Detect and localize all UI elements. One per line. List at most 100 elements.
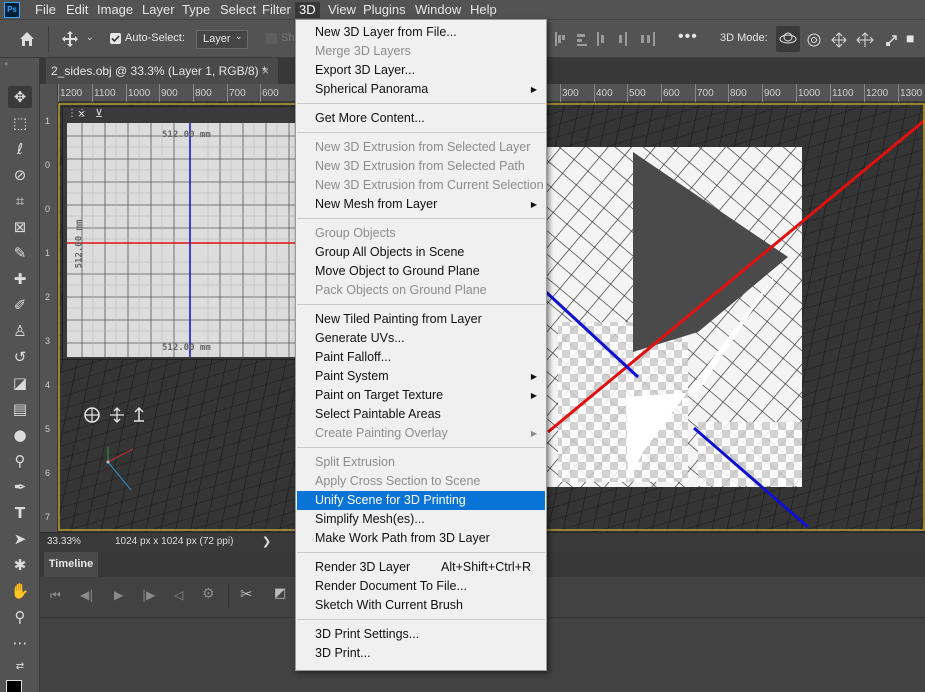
zoom-level[interactable]: 33.33% bbox=[47, 536, 81, 547]
play-icon[interactable]: ▶ bbox=[114, 588, 123, 602]
menu-item-simplify-mesh-es[interactable]: Simplify Mesh(es)... bbox=[297, 510, 545, 529]
panel-close-icon[interactable]: × bbox=[77, 107, 86, 120]
menu-item-3d-print-settings[interactable]: 3D Print Settings... bbox=[297, 625, 545, 644]
photoshop-window: Ps File Edit Image Layer Type Select Filter 3D V… bbox=[0, 0, 925, 692]
pan-3d-icon[interactable] bbox=[831, 32, 847, 48]
divider bbox=[48, 26, 49, 52]
home-icon[interactable] bbox=[18, 30, 36, 48]
menu-item-new-3d-extrusion-from-selected-layer: New 3D Extrusion from Selected Layer bbox=[297, 138, 545, 157]
frame-tool-icon[interactable]: ⊠ bbox=[8, 216, 32, 238]
menu-item-get-more-content[interactable]: Get More Content... bbox=[297, 109, 545, 128]
marquee-tool-icon[interactable]: ⬚ bbox=[8, 112, 32, 134]
menu-item-new-3d-layer-from-file[interactable]: New 3D Layer from File... bbox=[297, 23, 545, 42]
dodge-tool-icon[interactable]: ⚲ bbox=[8, 450, 32, 472]
menu-edit[interactable]: Edit bbox=[62, 2, 92, 18]
slide-3d-icon[interactable] bbox=[856, 32, 874, 48]
ruler-tick-label: 900 bbox=[764, 88, 781, 99]
menu-item-select-paintable-areas[interactable]: Select Paintable Areas bbox=[297, 405, 545, 424]
eyedropper-tool-icon[interactable]: ✎ bbox=[8, 242, 32, 264]
menu-window[interactable]: Window bbox=[411, 2, 465, 18]
split-scissors-icon[interactable]: ✂ bbox=[240, 585, 253, 603]
tool-preset-chevron-icon[interactable]: ⌄ bbox=[86, 32, 94, 43]
menu-item-pack-objects-on-ground-plane: Pack Objects on Ground Plane bbox=[297, 281, 545, 300]
shape-tool-icon[interactable]: ✱ bbox=[8, 554, 32, 576]
menu-item-paint-system[interactable]: Paint System ▶ bbox=[297, 367, 545, 386]
menu-item-generate-uvs[interactable]: Generate UVs... bbox=[297, 329, 545, 348]
menu-item-render-document-to-file[interactable]: Render Document To File... bbox=[297, 577, 545, 596]
menu-image[interactable]: Image bbox=[93, 2, 137, 18]
swap-colors-icon[interactable]: ⇄ bbox=[8, 656, 32, 678]
menu-item-sketch-with-current-brush[interactable]: Sketch With Current Brush bbox=[297, 596, 545, 615]
zoom-tool-icon[interactable]: ⚲ bbox=[8, 606, 32, 628]
tab-timeline[interactable]: Timeline bbox=[44, 552, 98, 577]
menu-3d[interactable]: 3D bbox=[295, 2, 320, 18]
lasso-tool-icon[interactable]: ℓ bbox=[8, 138, 32, 160]
healing-brush-tool-icon[interactable]: ✚ bbox=[8, 268, 32, 290]
more-options-icon[interactable]: ••• bbox=[678, 28, 698, 46]
pen-tool-icon[interactable]: ✒ bbox=[8, 476, 32, 498]
ruler-tick-label: 6 bbox=[45, 468, 51, 478]
move-icon[interactable] bbox=[60, 30, 80, 48]
audio-icon[interactable]: ◁ bbox=[174, 588, 183, 602]
menu-item-paint-falloff[interactable]: Paint Falloff... bbox=[297, 348, 545, 367]
menu-item-new-tiled-painting-from-layer[interactable]: New Tiled Painting from Layer bbox=[297, 310, 545, 329]
uv-overlay-panel[interactable]: ⋮⋮ × ⊻ 512.00 mm 512.00 mm 512.00 mm bbox=[62, 106, 300, 360]
ruler-origin[interactable] bbox=[40, 84, 58, 102]
checkmark-icon bbox=[111, 35, 120, 43]
menu-item-move-object-to-ground-plane[interactable]: Move Object to Ground Plane bbox=[297, 262, 545, 281]
menu-select[interactable]: Select bbox=[216, 2, 260, 18]
auto-select-dropdown[interactable]: Layer ⌄ bbox=[196, 30, 248, 49]
show-transform-checkbox[interactable] bbox=[266, 33, 277, 44]
menu-plugins[interactable]: Plugins bbox=[359, 2, 410, 18]
panel-menu-icon[interactable]: ⊻ bbox=[95, 107, 103, 120]
crop-tool-icon[interactable]: ⌗ bbox=[8, 190, 32, 212]
previous-frame-icon[interactable]: ◀| bbox=[80, 588, 93, 602]
auto-select-checkbox[interactable] bbox=[110, 33, 121, 44]
status-menu-chevron-icon[interactable]: ❯ bbox=[262, 535, 271, 548]
roll-3d-icon[interactable] bbox=[806, 32, 822, 48]
menu-item-merge-3d-layers: Merge 3D Layers bbox=[297, 42, 545, 61]
brush-tool-icon[interactable]: ✐ bbox=[8, 294, 32, 316]
quick-select-tool-icon[interactable]: ⊘ bbox=[8, 164, 32, 186]
ruler-tick-label: 1100 bbox=[832, 88, 854, 99]
menu-item-paint-on-target-texture[interactable]: Paint on Target Texture ▶ bbox=[297, 386, 545, 405]
next-frame-icon[interactable]: |▶ bbox=[142, 588, 155, 602]
menu-item-group-all-objects-in-scene[interactable]: Group All Objects in Scene bbox=[297, 243, 545, 262]
video-icon[interactable]: ■ bbox=[906, 30, 914, 46]
blur-tool-icon[interactable]: ● bbox=[8, 424, 32, 446]
menu-item-label: Move Object to Ground Plane bbox=[315, 264, 480, 278]
menu-item-export-3d-layer[interactable]: Export 3D Layer... bbox=[297, 61, 545, 80]
menu-item-render-3d-layer[interactable]: Render 3D Layer Alt+Shift+Ctrl+R bbox=[297, 558, 545, 577]
close-icon[interactable]: × bbox=[262, 58, 269, 84]
collapse-icon[interactable]: « bbox=[4, 60, 36, 68]
menu-item-spherical-panorama[interactable]: Spherical Panorama ▶ bbox=[297, 80, 545, 99]
menu-filter[interactable]: Filter bbox=[258, 2, 295, 18]
orbit-3d-button[interactable] bbox=[776, 26, 800, 52]
menu-item-new-mesh-from-layer[interactable]: New Mesh from Layer ▶ bbox=[297, 195, 545, 214]
history-brush-tool-icon[interactable]: ↺ bbox=[8, 346, 32, 368]
menu-layer[interactable]: Layer bbox=[138, 2, 179, 18]
menu-item-3d-print[interactable]: 3D Print... bbox=[297, 644, 545, 663]
menu-file[interactable]: File bbox=[31, 2, 60, 18]
first-frame-icon[interactable]: ⏮ bbox=[50, 588, 61, 603]
clone-stamp-tool-icon[interactable]: ♙ bbox=[8, 320, 32, 342]
foreground-color-swatch[interactable] bbox=[6, 680, 22, 692]
menu-type[interactable]: Type bbox=[178, 2, 214, 18]
type-tool-icon[interactable]: T bbox=[8, 502, 32, 524]
menu-item-unify-scene-for-3d-printing[interactable]: Unify Scene for 3D Printing bbox=[297, 491, 545, 510]
document-tab[interactable]: 2_sides.obj @ 33.3% (Layer 1, RGB/8) * × bbox=[46, 58, 278, 84]
scale-3d-icon[interactable] bbox=[884, 32, 902, 48]
paint-bucket-tool-icon[interactable]: ▤ bbox=[8, 398, 32, 420]
menu-view[interactable]: View bbox=[324, 2, 360, 18]
settings-gear-icon[interactable]: ⚙ bbox=[202, 586, 215, 602]
ruler-tick-label: 800 bbox=[195, 88, 212, 99]
menu-help[interactable]: Help bbox=[466, 2, 501, 18]
hand-tool-icon[interactable]: ✋ bbox=[8, 580, 32, 602]
menu-item-make-work-path-from-3d-layer[interactable]: Make Work Path from 3D Layer bbox=[297, 529, 545, 548]
transition-icon[interactable]: ◩ bbox=[274, 586, 286, 601]
move-tool-icon[interactable]: ✥ bbox=[8, 86, 32, 108]
path-select-tool-icon[interactable]: ➤ bbox=[8, 528, 32, 550]
eraser-tool-icon[interactable]: ◪ bbox=[8, 372, 32, 394]
edit-toolbar-icon[interactable]: ⋯ bbox=[8, 632, 32, 654]
menu-item-create-painting-overlay: Create Painting Overlay ▶ bbox=[297, 424, 545, 443]
